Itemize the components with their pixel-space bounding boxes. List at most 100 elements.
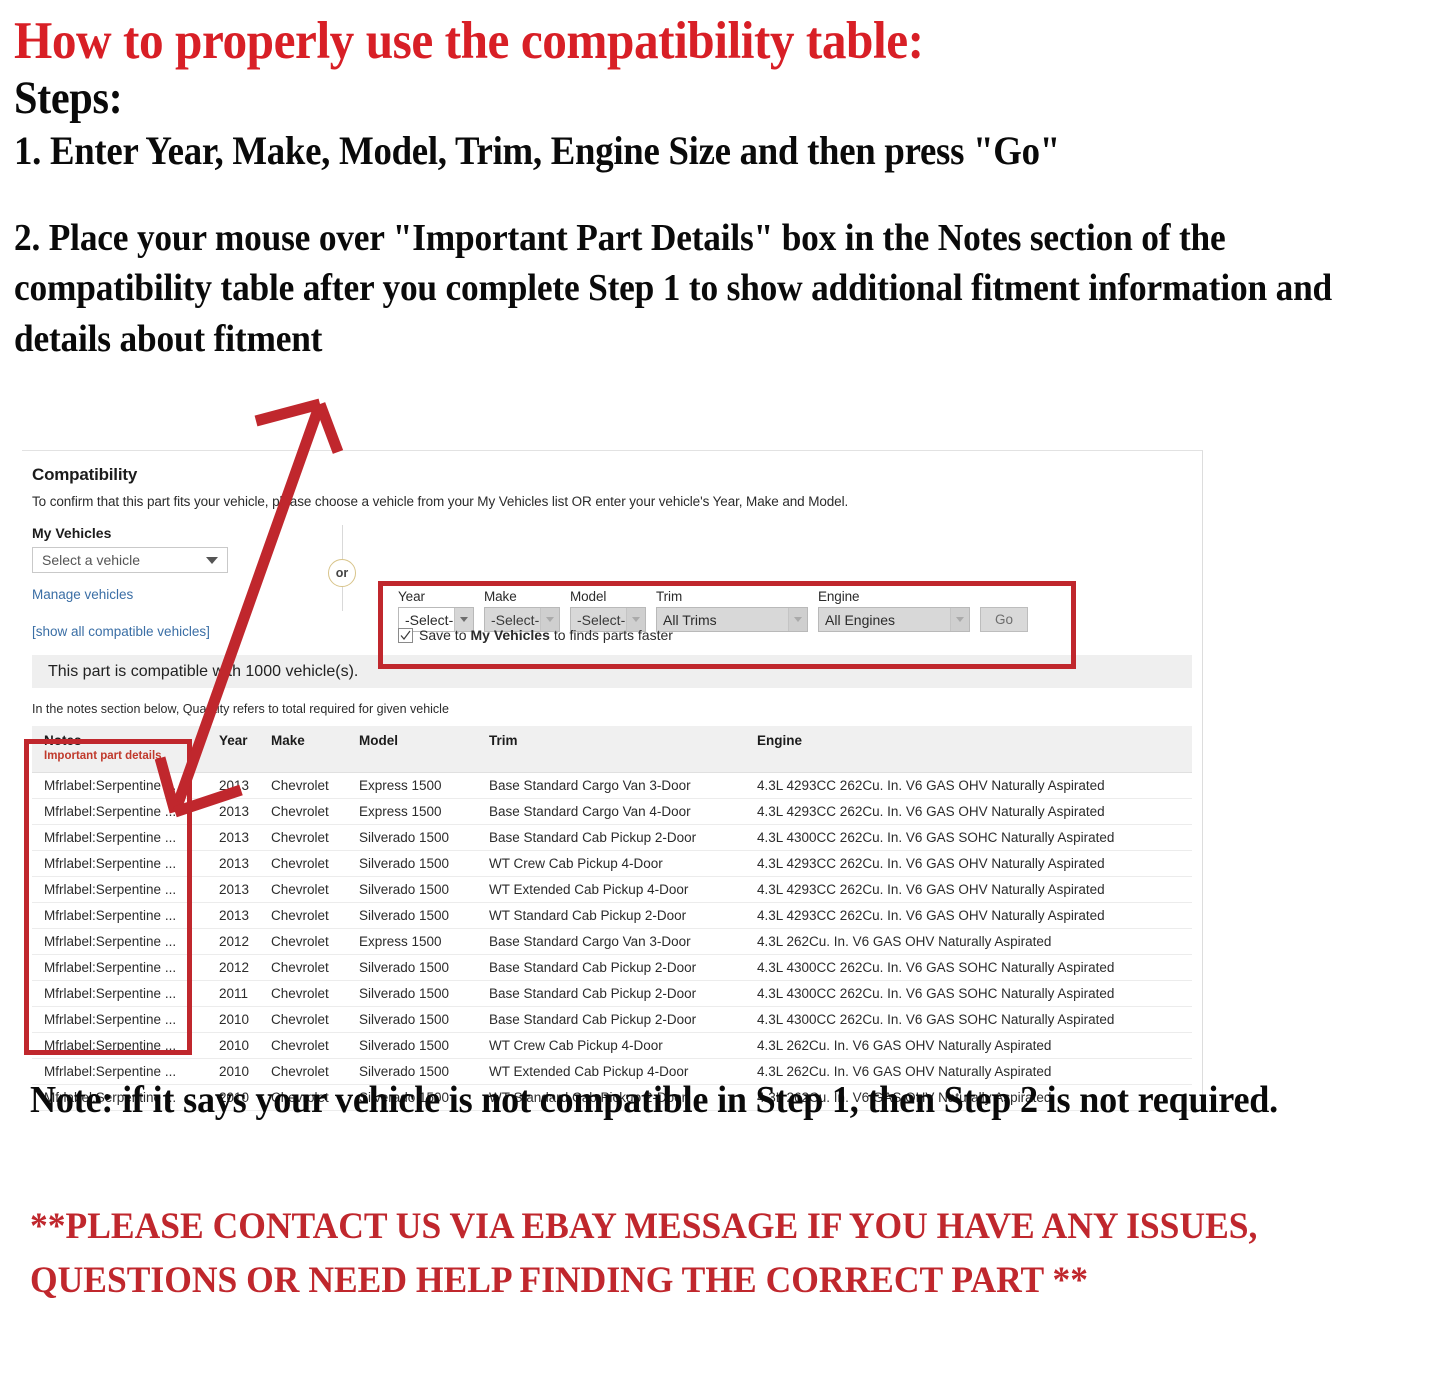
model-label: Model	[570, 589, 607, 604]
steps-label: Steps:	[14, 72, 123, 125]
header-model: Model	[347, 726, 477, 773]
cell-engine: 4.3L 4300CC 262Cu. In. V6 GAS SOHC Natur…	[745, 980, 1192, 1007]
cell-make: Chevrolet	[259, 876, 347, 903]
my-vehicles-label: My Vehicles	[32, 525, 112, 541]
table-row: Mfrlabel:Serpentine ... 2010 Chevrolet Silv…	[32, 1006, 1192, 1033]
table-row: Mfrlabel:Serpentine ... 2013 Chevrolet Silv…	[32, 824, 1192, 851]
engine-select[interactable]: All Engines	[818, 607, 970, 632]
cell-model: Silverado 1500	[347, 980, 477, 1007]
cell-model: Silverado 1500	[347, 824, 477, 851]
cell-engine: 4.3L 262Cu. In. V6 GAS OHV Naturally Asp…	[745, 928, 1192, 955]
instructions-block: How to properly use the compatibility ta…	[14, 14, 1414, 365]
cell-engine: 4.3L 4293CC 262Cu. In. V6 GAS OHV Natura…	[745, 876, 1192, 903]
cell-notes: Mfrlabel:Serpentine ...	[32, 850, 207, 877]
engine-value: All Engines	[819, 608, 950, 631]
cell-year: 2013	[207, 902, 259, 929]
step-2-text: 2. Place your mouse over "Important Part…	[14, 216, 1333, 360]
year-field: Year -Select-	[398, 589, 474, 632]
table-header-row: Notes Important part details Year Make M…	[32, 726, 1192, 773]
go-button[interactable]: Go	[980, 607, 1028, 632]
header-notes: Notes Important part details	[32, 726, 207, 773]
cell-notes: Mfrlabel:Serpentine ...	[32, 876, 207, 903]
cell-make: Chevrolet	[259, 772, 347, 799]
table-row: Mfrlabel:Serpentine ... 2012 Chevrolet Expr…	[32, 928, 1192, 955]
cell-trim: Base Standard Cab Pickup 2-Door	[477, 980, 745, 1007]
or-badge-label: or	[328, 559, 356, 587]
trim-field: Trim All Trims	[656, 589, 808, 632]
header-make: Make	[259, 726, 347, 773]
my-vehicles-select[interactable]: Select a vehicle	[32, 547, 228, 573]
year-label: Year	[398, 589, 425, 604]
my-vehicles-block: My Vehicles Select a vehicle Manage vehi…	[30, 525, 287, 602]
table-row: Mfrlabel:Serpentine ... 2011 Chevrolet Silv…	[32, 980, 1192, 1007]
cell-notes: Mfrlabel:Serpentine ...	[32, 1006, 207, 1033]
cell-model: Express 1500	[347, 798, 477, 825]
cell-model: Silverado 1500	[347, 954, 477, 981]
cell-engine: 4.3L 4300CC 262Cu. In. V6 GAS SOHC Natur…	[745, 824, 1192, 851]
cell-year: 2013	[207, 876, 259, 903]
header-trim: Trim	[477, 726, 745, 773]
cell-trim: Base Standard Cargo Van 3-Door	[477, 928, 745, 955]
cell-make: Chevrolet	[259, 850, 347, 877]
cell-model: Silverado 1500	[347, 1006, 477, 1033]
trim-value: All Trims	[657, 608, 788, 631]
cell-trim: Base Standard Cab Pickup 2-Door	[477, 1006, 745, 1033]
checkmark-icon	[400, 630, 411, 640]
cell-notes: Mfrlabel:Serpentine ...	[32, 1032, 207, 1059]
vehicle-form-row: Year -Select- Make -Select- Model -Selec…	[398, 589, 1028, 632]
cell-notes: Mfrlabel:Serpentine ...	[32, 928, 207, 955]
cell-make: Chevrolet	[259, 824, 347, 851]
manage-vehicles-link[interactable]: Manage vehicles	[32, 587, 287, 602]
vehicle-chooser: My Vehicles Select a vehicle Manage vehi…	[30, 525, 1202, 669]
header-engine: Engine	[745, 726, 1192, 773]
cell-trim: Base Standard Cargo Van 3-Door	[477, 772, 745, 799]
cell-year: 2012	[207, 954, 259, 981]
cell-trim: WT Crew Cab Pickup 4-Door	[477, 850, 745, 877]
cell-make: Chevrolet	[259, 902, 347, 929]
header-year: Year	[207, 726, 259, 773]
table-row: Mfrlabel:Serpentine ... 2010 Chevrolet Silv…	[32, 1032, 1192, 1059]
trim-label: Trim	[656, 589, 683, 604]
cell-year: 2013	[207, 798, 259, 825]
cell-notes: Mfrlabel:Serpentine ...	[32, 798, 207, 825]
cell-engine: 4.3L 4293CC 262Cu. In. V6 GAS OHV Natura…	[745, 902, 1192, 929]
compatibility-table: Notes Important part details Year Make M…	[32, 726, 1192, 1111]
trim-select[interactable]: All Trims	[656, 607, 808, 632]
notes-quantity-hint: In the notes section below, Quantity ref…	[32, 702, 449, 716]
engine-field: Engine All Engines	[818, 589, 970, 632]
cell-engine: 4.3L 4293CC 262Cu. In. V6 GAS OHV Natura…	[745, 798, 1192, 825]
cell-year: 2013	[207, 824, 259, 851]
chevron-down-icon	[206, 556, 218, 564]
header-notes-label: Notes	[44, 733, 82, 748]
cell-year: 2010	[207, 1006, 259, 1033]
cell-model: Silverado 1500	[347, 1032, 477, 1059]
table-row: Mfrlabel:Serpentine ... 2012 Chevrolet Silv…	[32, 954, 1192, 981]
cell-make: Chevrolet	[259, 1006, 347, 1033]
table-row: Mfrlabel:Serpentine ... 2013 Chevrolet Expr…	[32, 798, 1192, 825]
save-to-my-vehicles-row[interactable]: Save to My Vehicles to finds parts faste…	[398, 627, 673, 643]
save-text-before: Save to	[419, 627, 467, 643]
make-label: Make	[484, 589, 517, 604]
compatibility-table-body: Mfrlabel:Serpentine ... 2013 Chevrolet Expr…	[32, 772, 1192, 1111]
cell-trim: Base Standard Cab Pickup 2-Door	[477, 824, 745, 851]
cell-year: 2013	[207, 850, 259, 877]
cell-make: Chevrolet	[259, 1032, 347, 1059]
table-row: Mfrlabel:Serpentine ... 2013 Chevrolet Silv…	[32, 850, 1192, 877]
make-field: Make -Select-	[484, 589, 560, 632]
save-checkbox[interactable]	[398, 627, 413, 643]
cell-model: Silverado 1500	[347, 850, 477, 877]
trim-dropdown-arrow-icon[interactable]	[788, 608, 807, 631]
or-divider: or	[287, 525, 397, 611]
engine-dropdown-arrow-icon[interactable]	[950, 608, 969, 631]
cell-engine: 4.3L 4293CC 262Cu. In. V6 GAS OHV Natura…	[745, 772, 1192, 799]
cell-model: Express 1500	[347, 928, 477, 955]
compatibility-panel: Compatibility To confirm that this part …	[22, 450, 1203, 1111]
cell-model: Silverado 1500	[347, 876, 477, 903]
cell-engine: 4.3L 4293CC 262Cu. In. V6 GAS OHV Natura…	[745, 850, 1192, 877]
cell-trim: WT Extended Cab Pickup 4-Door	[477, 876, 745, 903]
cell-notes: Mfrlabel:Serpentine ...	[32, 980, 207, 1007]
footer-contact-notice: **PLEASE CONTACT US VIA EBAY MESSAGE IF …	[30, 1206, 1258, 1301]
cell-trim: WT Standard Cab Pickup 2-Door	[477, 902, 745, 929]
engine-label: Engine	[818, 589, 860, 604]
compatibility-subtitle: To confirm that this part fits your vehi…	[32, 494, 849, 509]
